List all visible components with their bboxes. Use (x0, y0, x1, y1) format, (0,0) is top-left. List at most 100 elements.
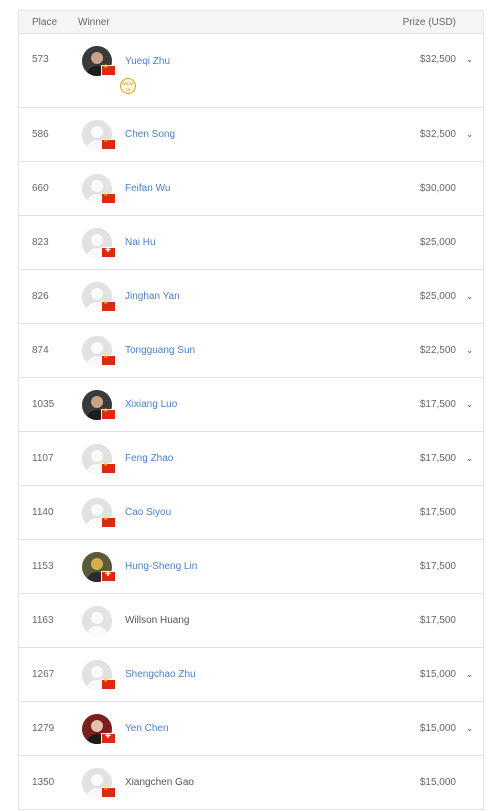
player-avatar[interactable] (82, 551, 116, 582)
player-name-link[interactable]: Yueqi Zhu (125, 56, 170, 67)
player-name-link[interactable]: Cao Siyou (125, 507, 171, 518)
place-cell: 1035 (32, 399, 55, 410)
player-avatar[interactable] (82, 46, 116, 76)
table-row[interactable]: 1267 Shengchao Zhu $15,000⌄ (19, 647, 483, 701)
table-row[interactable]: 1107 Feng Zhao $17,500⌄ (19, 431, 483, 485)
header-prize: Prize (USD) (402, 16, 456, 28)
chevron-down-icon[interactable]: ⌄ (456, 291, 483, 302)
chevron-down-icon[interactable]: ⌄ (456, 723, 483, 734)
prize-cell: $17,500 (419, 399, 456, 410)
china-flag-icon (101, 515, 116, 528)
prize-cell: $17,500 (419, 507, 456, 518)
place-cell: 874 (32, 345, 49, 356)
prize-cell: $15,000 (419, 669, 456, 680)
table-row: 1153 Hung-Sheng Lin $17,500 (19, 539, 483, 593)
table-row: 660 Feifan Wu $30,000 (19, 161, 483, 215)
china-flag-icon (101, 137, 116, 150)
winner-cell: Xiangchen Gao (78, 767, 404, 798)
header-winner: Winner (78, 16, 110, 28)
table-row[interactable]: 1035 Xixiang Luo $17,500⌄ (19, 377, 483, 431)
player-name-link[interactable]: Nai Hu (125, 237, 156, 248)
default-avatar-icon (82, 605, 112, 636)
player-name-link[interactable]: Shengchao Zhu (125, 669, 196, 680)
chevron-down-icon[interactable]: ⌄ (456, 129, 483, 140)
china-flag-icon (101, 407, 116, 420)
chevron-down-icon[interactable]: ⌄ (456, 453, 483, 464)
place-cell: 826 (32, 291, 49, 302)
winner-cell: Feifan Wu (78, 173, 404, 204)
prize-cell: $25,000 (419, 237, 456, 248)
china-flag-icon (101, 785, 116, 798)
place-cell: 823 (32, 237, 49, 248)
player-name-link[interactable]: Feifan Wu (125, 183, 170, 194)
place-cell: 1279 (32, 723, 55, 734)
chevron-down-icon[interactable]: ⌄ (456, 399, 483, 410)
table-row[interactable]: 874 Tongguang Sun $22,500⌄ (19, 323, 483, 377)
default-avatar-icon[interactable] (82, 173, 116, 204)
place-cell: 1163 (32, 615, 54, 626)
prize-cell: $15,000 (419, 777, 456, 788)
place-cell: 660 (32, 183, 49, 194)
player-name-link: Willson Huang (125, 615, 190, 626)
taiwan-flag-icon (101, 570, 116, 582)
winner-cell: Chen Song (78, 119, 404, 150)
player-name-link[interactable]: Yen Chen (125, 723, 169, 734)
player-name-link[interactable]: Xixiang Luo (125, 399, 177, 410)
winner-cell: Cao Siyou (78, 497, 404, 528)
china-flag-icon (101, 677, 116, 690)
default-avatar-icon[interactable] (82, 281, 116, 312)
table-row: 823 Nai Hu $25,000 (19, 215, 483, 269)
default-avatar-icon[interactable] (82, 227, 116, 258)
player-name-link[interactable]: Tongguang Sun (125, 345, 195, 356)
player-avatar[interactable] (82, 713, 116, 744)
default-avatar-icon[interactable] (82, 497, 116, 528)
place-cell: 1140 (32, 507, 54, 518)
winner-cell: Yueqi Zhu WSOP 15 (78, 34, 404, 94)
player-name-link[interactable]: Feng Zhao (125, 453, 173, 464)
table-row: 1350 Xiangchen Gao $15,000 (19, 755, 483, 809)
table-row: 1140 Cao Siyou $17,500 (19, 485, 483, 539)
default-avatar-icon[interactable] (82, 335, 116, 366)
player-name-link[interactable]: Hung-Sheng Lin (125, 561, 197, 572)
default-avatar-icon[interactable] (82, 659, 116, 690)
player-name-link[interactable]: Jinghan Yan (125, 291, 180, 302)
prize-cell: $25,000 (419, 291, 456, 302)
default-avatar-icon[interactable] (82, 119, 116, 150)
bracelet-badge-icon[interactable]: WSOP 15 (120, 78, 136, 94)
prize-cell: $15,000 (419, 723, 456, 734)
table-row[interactable]: 573 Yueqi Zhu WSOP 15 $32,500⌄ (19, 33, 483, 107)
table-row[interactable]: 1279 Yen Chen $15,000⌄ (19, 701, 483, 755)
table-row[interactable]: 586 Chen Song $32,500⌄ (19, 107, 483, 161)
winner-cell: Yen Chen (78, 713, 404, 744)
results-table-container: Place Winner Prize (USD) 573 Yueqi Zhu WSO… (18, 10, 484, 810)
winner-cell: Nai Hu (78, 227, 404, 258)
winner-cell: Jinghan Yan (78, 281, 404, 312)
player-name-link[interactable]: Chen Song (125, 129, 175, 140)
results-table: 573Yueqi ZhuWSOP 15$32,500⌄586Chen Song$… (18, 33, 484, 810)
prize-cell: $17,500 (419, 453, 456, 464)
china-flag-icon (101, 353, 116, 366)
china-flag-icon (101, 63, 116, 76)
winner-cell: Shengchao Zhu (78, 659, 404, 690)
table-row[interactable]: 826 Jinghan Yan $25,000⌄ (19, 269, 483, 323)
place-cell: 586 (32, 129, 49, 140)
chevron-down-icon[interactable]: ⌄ (456, 345, 483, 356)
winner-cell: Hung-Sheng Lin (78, 551, 404, 582)
player-name-link: Xiangchen Gao (125, 777, 194, 788)
place-cell: 1107 (32, 453, 54, 464)
chevron-down-icon[interactable]: ⌄ (456, 34, 483, 65)
prize-cell: $17,500 (419, 615, 456, 626)
winner-cell: Willson Huang (78, 605, 404, 636)
china-flag-icon (101, 299, 116, 312)
place-cell: 573 (32, 54, 49, 65)
prize-cell: $30,000 (419, 183, 456, 194)
table-row: 1163 Willson Huang $17,500 (19, 593, 483, 647)
chevron-down-icon[interactable]: ⌄ (456, 669, 483, 680)
default-avatar-icon (82, 767, 116, 798)
player-avatar[interactable] (82, 389, 116, 420)
default-avatar-icon[interactable] (82, 443, 116, 474)
header-place: Place (32, 16, 58, 28)
prize-cell: $32,500 (419, 129, 456, 140)
winner-cell: Xixiang Luo (78, 389, 404, 420)
place-cell: 1267 (32, 669, 55, 680)
